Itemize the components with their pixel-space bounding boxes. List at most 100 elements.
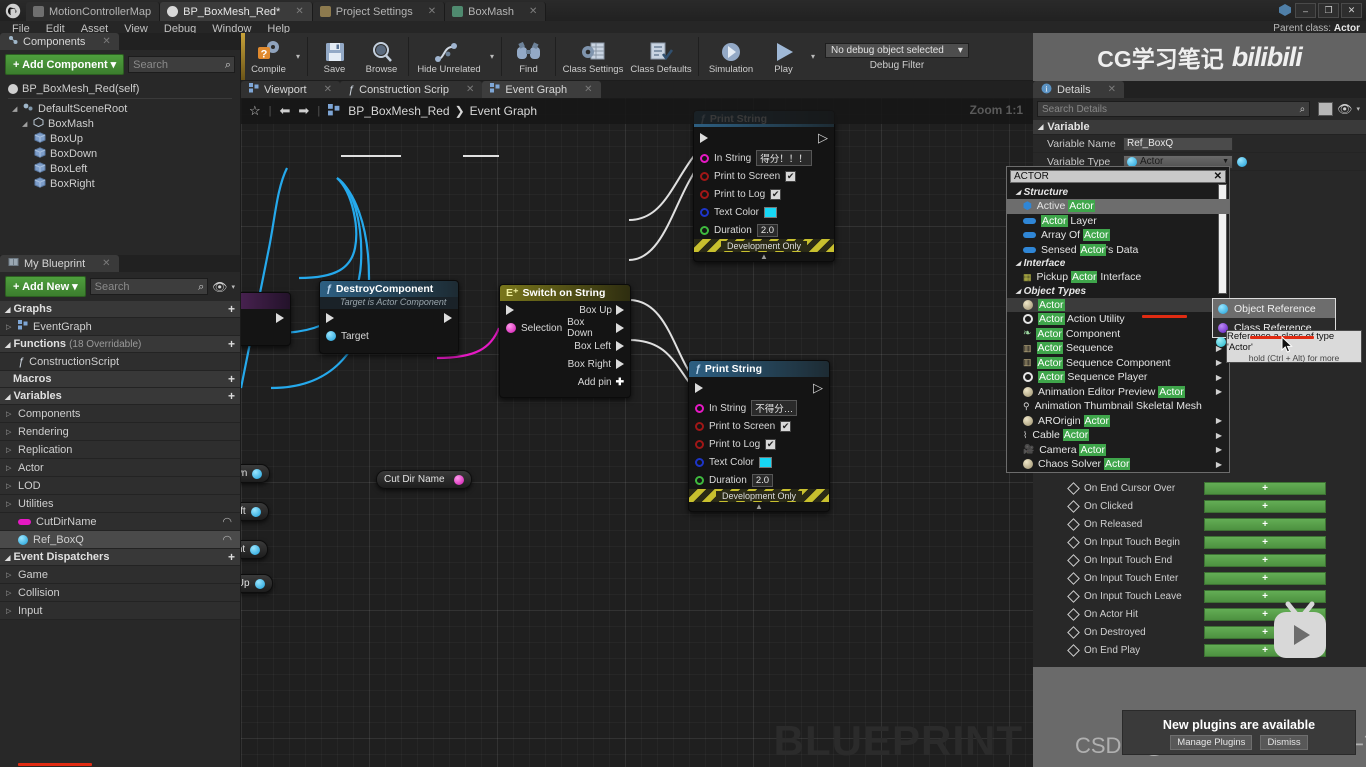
dropdown-item-camera-actor[interactable]: 🎥 Camera Actor ▶	[1007, 443, 1229, 458]
expander-icon[interactable]: ▷	[6, 323, 13, 331]
expander-icon[interactable]: ▷	[6, 482, 13, 490]
node-out-pin[interactable]	[241, 327, 290, 345]
text-color-swatch[interactable]	[759, 456, 773, 468]
tree-item-boxleft[interactable]: BoxLeft	[0, 161, 240, 176]
tab-components[interactable]: Components ✕	[0, 33, 119, 50]
list-item-utilities[interactable]: ▷ Utilities	[0, 495, 240, 513]
object-pin[interactable]	[250, 544, 261, 555]
object-pin[interactable]	[254, 578, 265, 589]
node-destroy-component[interactable]: ƒ DestroyComponent Target is Actor Compo…	[319, 280, 459, 354]
node-row-boxdown[interactable]: Selection Box Down	[500, 317, 630, 339]
variable-node-cutdirname[interactable]: Cut Dir Name	[376, 470, 472, 489]
bool-pin[interactable]	[695, 439, 704, 449]
close-icon[interactable]: ✕	[428, 6, 436, 17]
node-print-string-1[interactable]: ƒ Print String ▷ In String 得分！！！ Print t…	[693, 110, 835, 262]
eye-icon[interactable]: 👁	[212, 280, 227, 294]
variable-node-boxleft[interactable]: Left	[241, 502, 269, 521]
add-macro-button[interactable]: +	[228, 372, 235, 386]
list-item-rendering[interactable]: ▷ Rendering	[0, 423, 240, 441]
star-icon[interactable]: ☆	[249, 103, 261, 119]
bool-pin[interactable]	[695, 421, 704, 431]
close-icon[interactable]: ✕	[295, 6, 303, 17]
string-pin[interactable]	[454, 474, 464, 485]
eye-icon[interactable]: 👁	[1337, 102, 1352, 116]
class-defaults-button[interactable]: Class Defaults	[627, 33, 695, 80]
maximize-button[interactable]: ❐	[1318, 3, 1339, 18]
section-variables[interactable]: ◢ Variables +	[0, 388, 240, 405]
grid-view-icon[interactable]	[1318, 102, 1334, 116]
tree-item-boxright[interactable]: BoxRight	[0, 176, 240, 191]
tree-item-boxmash[interactable]: ◢ BoxMash	[0, 116, 240, 131]
event-graph-canvas[interactable]: BLUEPRINT own Left ight x Up	[241, 98, 1033, 767]
expander-icon[interactable]: ▷	[6, 589, 13, 597]
minimize-button[interactable]: –	[1295, 3, 1316, 18]
play-button[interactable]: Play	[760, 33, 807, 80]
node-pin-print-log[interactable]: Print to Log ✔	[689, 435, 829, 453]
node-pin-print-screen[interactable]: Print to Screen ✔	[694, 167, 834, 185]
simulation-button[interactable]: Simulation	[702, 33, 760, 80]
tab-construction-script[interactable]: ƒ Construction Scrip ✕	[340, 81, 483, 98]
variable-node-boxdown[interactable]: own	[241, 464, 271, 483]
list-item-collision[interactable]: ▷ Collision	[0, 584, 240, 602]
dropdown-item-actor-action-utility[interactable]: Actor Action Utility ▶	[1007, 312, 1229, 327]
partial-node-left[interactable]	[241, 292, 291, 346]
browse-button[interactable]: Browse	[358, 33, 405, 80]
visibility-toggle-icon[interactable]: ◠	[222, 533, 232, 546]
list-item-replication[interactable]: ▷ Replication	[0, 441, 240, 459]
node-pin-target[interactable]: Target	[320, 327, 458, 345]
tree-item-boxup[interactable]: BoxUp	[0, 131, 240, 146]
expander-icon[interactable]: ▷	[6, 410, 13, 418]
add-event-button[interactable]: +	[1204, 499, 1326, 513]
bool-pin[interactable]	[700, 171, 709, 181]
list-item-cutdirname[interactable]: CutDirName ◠	[0, 513, 240, 531]
node-pin-text-color[interactable]: Text Color	[694, 203, 834, 221]
add-component-button[interactable]: + Add Component ▾	[5, 54, 125, 75]
class-settings-button[interactable]: Class Settings	[559, 33, 627, 80]
submenu-item-object-reference[interactable]: Object Reference	[1213, 299, 1335, 318]
add-event-button[interactable]: +	[1204, 571, 1326, 585]
list-item-components[interactable]: ▷ Components	[0, 405, 240, 423]
node-row-boxright[interactable]: Box Right	[500, 355, 630, 373]
exec-out-pin[interactable]	[616, 359, 624, 369]
section-functions[interactable]: ◢ Functions (18 Overridable) +	[0, 336, 240, 353]
dropdown-item-actor-layer[interactable]: Actor Layer	[1007, 214, 1229, 229]
exec-in-pin[interactable]	[700, 133, 708, 143]
add-graph-button[interactable]: +	[228, 302, 235, 316]
tab-my-blueprint[interactable]: My Blueprint ✕	[0, 255, 119, 272]
dismiss-button[interactable]: Dismiss	[1260, 735, 1308, 750]
object-pin[interactable]	[252, 468, 263, 479]
window-tab-2[interactable]: Project Settings ✕	[312, 2, 446, 21]
tree-item-defaultsceneroot[interactable]: ◢ DefaultSceneRoot	[0, 101, 240, 116]
float-pin[interactable]	[700, 225, 709, 235]
section-graphs[interactable]: ◢ Graphs +	[0, 301, 240, 318]
in-string-value[interactable]: 不得分…	[751, 400, 798, 416]
my-blueprint-search-input[interactable]: Search ⌕	[89, 278, 209, 295]
node-exec-row[interactable]: ▷	[694, 127, 834, 149]
list-item-actor[interactable]: ▷ Actor	[0, 459, 240, 477]
expander-icon[interactable]: ▷	[6, 464, 13, 472]
dropdown-item-actor[interactable]: Actor ▶	[1007, 297, 1229, 312]
details-search-input[interactable]: Search Details ⌕	[1037, 101, 1311, 117]
tree-item-boxdown[interactable]: BoxDown	[0, 146, 240, 161]
expander-icon[interactable]: ▷	[6, 500, 13, 508]
expander-icon[interactable]: ◢	[22, 120, 29, 128]
close-button[interactable]: ✕	[1341, 3, 1362, 18]
print-to-screen-checkbox[interactable]: ✔	[780, 420, 792, 432]
dropdown-item-actor-sequence-player[interactable]: Actor Sequence Player ▶	[1007, 370, 1229, 385]
node-pin-duration[interactable]: Duration 2.0	[694, 221, 834, 239]
print-to-log-checkbox[interactable]: ✔	[765, 438, 777, 450]
color-pin[interactable]	[700, 207, 709, 217]
node-print-string-2[interactable]: ƒ Print String ▷ In String 不得分… Print to…	[688, 360, 830, 512]
chevron-down-icon[interactable]: ▾	[231, 283, 235, 291]
exec-out-pin[interactable]	[444, 313, 452, 323]
compile-options-caret[interactable]: ▾	[292, 33, 304, 80]
tree-item-self[interactable]: BP_BoxMesh_Red(self)	[0, 81, 240, 96]
object-pin[interactable]	[326, 331, 336, 341]
add-event-button[interactable]: +	[1204, 517, 1326, 531]
window-tab-0[interactable]: MotionControllerMap	[26, 2, 161, 21]
print-to-screen-checkbox[interactable]: ✔	[785, 170, 797, 182]
node-switch-on-string[interactable]: E⁺ Switch on String Box Up Selection Box…	[499, 284, 631, 398]
tab-viewport[interactable]: Viewport ✕	[241, 81, 340, 98]
color-pin[interactable]	[695, 457, 704, 467]
window-tab-3[interactable]: BoxMash ✕	[445, 2, 547, 21]
